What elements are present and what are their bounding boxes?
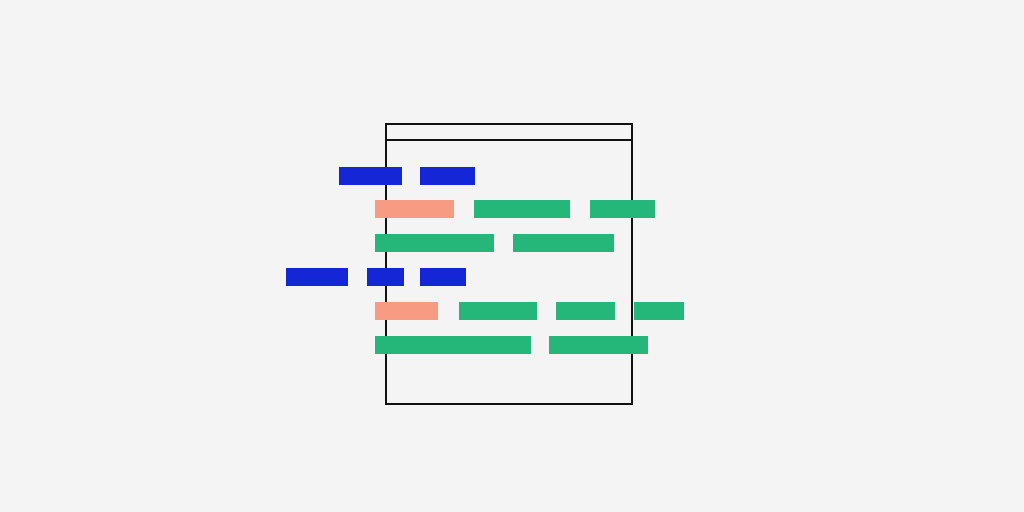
code-bar [590,200,655,218]
code-bar [420,268,466,286]
code-bar [375,302,438,320]
code-bar [367,268,404,286]
code-bar [375,200,454,218]
code-bar [549,336,648,354]
code-bar [474,200,570,218]
code-bar [459,302,537,320]
code-bar [556,302,615,320]
window-frame [385,123,633,405]
code-bar [420,167,475,185]
illustration-canvas [0,0,1024,512]
code-bar [375,234,494,252]
code-bar [286,268,348,286]
code-bar [513,234,614,252]
code-bar [634,302,684,320]
code-bar [339,167,402,185]
code-bar [375,336,531,354]
window-titlebar-divider [387,139,631,141]
